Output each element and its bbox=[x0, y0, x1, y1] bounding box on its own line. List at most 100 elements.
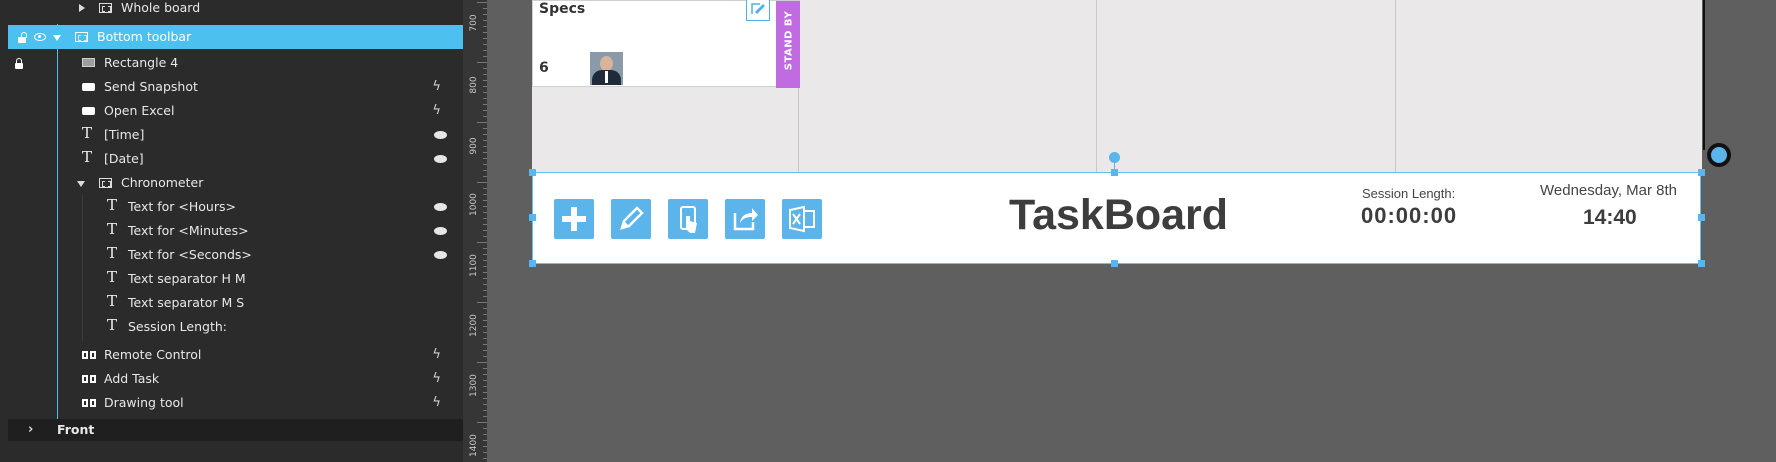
board-edge bbox=[1703, 0, 1705, 150]
layer-row-open-excel[interactable]: Open Excel ϟ bbox=[8, 99, 463, 123]
time-display: 14:40 bbox=[1583, 206, 1637, 229]
resize-handle-right[interactable] bbox=[1698, 214, 1705, 221]
send-snapshot-button[interactable] bbox=[725, 199, 765, 239]
resize-handle-bottom-left[interactable] bbox=[529, 260, 536, 267]
session-length-label: Session Length: bbox=[1362, 186, 1456, 201]
layer-label: [Date] bbox=[104, 151, 144, 166]
resize-handle-bottom-right[interactable] bbox=[1698, 260, 1705, 267]
layer-row-text-minutes[interactable]: T Text for <Minutes> bbox=[8, 219, 463, 243]
rotation-handle[interactable] bbox=[1109, 152, 1120, 163]
visibility-icon[interactable] bbox=[434, 155, 447, 163]
chevron-right-icon[interactable]: › bbox=[28, 422, 33, 437]
ruler-tick bbox=[477, 422, 487, 423]
vertical-ruler[interactable]: 700 800 900 1000 1100 1200 1300 1400 bbox=[463, 0, 487, 462]
layer-row-drawing-tool[interactable]: Drawing tool ϟ bbox=[8, 391, 463, 415]
edit-note-icon[interactable] bbox=[746, 0, 770, 21]
text-icon: T bbox=[107, 196, 118, 214]
lock-icon[interactable] bbox=[15, 58, 23, 69]
text-icon: T bbox=[107, 316, 118, 334]
avatar bbox=[590, 52, 623, 85]
button-icon bbox=[82, 107, 95, 115]
layer-row-text-seconds[interactable]: T Text for <Seconds> bbox=[8, 243, 463, 267]
layer-label: Drawing tool bbox=[104, 395, 184, 410]
anchor-badge-icon[interactable] bbox=[1707, 143, 1731, 167]
layer-label: Bottom toolbar bbox=[97, 29, 192, 44]
task-card[interactable]: Specs 6 STAND BY bbox=[532, 0, 800, 88]
layer-row-send-snapshot[interactable]: Send Snapshot ϟ bbox=[8, 75, 463, 99]
ruler-tick bbox=[477, 2, 487, 3]
visibility-icon[interactable] bbox=[434, 251, 447, 259]
resize-handle-top[interactable] bbox=[1111, 169, 1118, 176]
visibility-icon[interactable] bbox=[434, 131, 447, 139]
lightning-icon: ϟ bbox=[432, 395, 441, 410]
open-excel-button[interactable] bbox=[782, 199, 822, 239]
app-title: TaskBoard bbox=[1009, 191, 1229, 239]
ruler-label: 900 bbox=[469, 137, 479, 155]
resize-handle-bottom[interactable] bbox=[1111, 260, 1118, 267]
remote-control-button[interactable] bbox=[668, 199, 708, 239]
text-icon: T bbox=[107, 220, 118, 238]
lightning-icon: ϟ bbox=[432, 103, 441, 118]
column-divider bbox=[1096, 0, 1097, 172]
layer-label: [Time] bbox=[104, 127, 145, 142]
layer-label: Add Task bbox=[104, 371, 160, 386]
layer-label: Front bbox=[57, 422, 95, 437]
column-divider bbox=[1395, 0, 1396, 172]
date-display: Wednesday, Mar 8th bbox=[1540, 182, 1678, 199]
resize-handle-left[interactable] bbox=[529, 214, 536, 221]
layer-row-front[interactable]: › Front bbox=[8, 419, 463, 441]
layer-row-chronometer[interactable]: Chronometer bbox=[8, 171, 463, 195]
ruler-label: 800 bbox=[469, 76, 479, 94]
text-icon: T bbox=[107, 292, 118, 310]
plus-icon bbox=[562, 207, 586, 231]
ruler-tick bbox=[477, 182, 487, 183]
group-icon bbox=[99, 3, 112, 13]
design-canvas[interactable]: Specs 6 STAND BY TaskBoard Session Lengt… bbox=[487, 0, 1776, 462]
drawing-tool-button[interactable] bbox=[611, 199, 651, 239]
session-timer: 00:00:00 bbox=[1361, 203, 1458, 228]
expand-arrow-icon[interactable] bbox=[79, 4, 85, 12]
unlock-icon[interactable] bbox=[18, 32, 27, 43]
text-icon: T bbox=[107, 244, 118, 262]
button-icon bbox=[82, 83, 95, 91]
visibility-icon[interactable] bbox=[434, 227, 447, 235]
group-icon bbox=[99, 178, 112, 188]
layer-label: Text separator M S bbox=[128, 295, 245, 310]
layer-row-separator-ms[interactable]: T Text separator M S bbox=[8, 291, 463, 315]
resize-handle-top-left[interactable] bbox=[529, 169, 536, 176]
layer-label: Whole board bbox=[121, 0, 201, 15]
resize-handle-top-right[interactable] bbox=[1698, 169, 1705, 176]
ruler-label: 1200 bbox=[469, 314, 479, 337]
layer-row-rectangle-4[interactable]: Rectangle 4 bbox=[8, 51, 463, 75]
layer-label: Text for <Minutes> bbox=[128, 223, 249, 238]
add-task-button[interactable] bbox=[554, 199, 594, 239]
lightning-icon: ϟ bbox=[432, 347, 441, 362]
layer-row-separator-hm[interactable]: T Text separator H M bbox=[8, 267, 463, 291]
layer-row-session-length[interactable]: T Session Length: bbox=[8, 315, 463, 339]
text-icon: T bbox=[82, 148, 93, 166]
collapse-arrow-icon[interactable] bbox=[77, 181, 85, 187]
pencil-icon bbox=[620, 206, 644, 230]
bottom-toolbar[interactable]: TaskBoard Session Length: 00:00:00 Wedne… bbox=[532, 172, 1701, 264]
layer-row-time[interactable]: T [Time] bbox=[8, 123, 463, 147]
layer-row-text-hours[interactable]: T Text for <Hours> bbox=[8, 195, 463, 219]
ruler-tick bbox=[477, 302, 487, 303]
status-tag-label: STAND BY bbox=[783, 10, 795, 71]
rectangle-icon bbox=[82, 58, 95, 67]
layer-row-add-task[interactable]: Add Task ϟ bbox=[8, 367, 463, 391]
layer-label: Text separator H M bbox=[128, 271, 246, 286]
layer-row-remote-control[interactable]: Remote Control ϟ bbox=[8, 343, 463, 367]
visibility-icon[interactable] bbox=[434, 203, 447, 211]
ruler-label: 700 bbox=[469, 14, 479, 32]
layer-row-bottom-toolbar[interactable]: Bottom toolbar bbox=[8, 25, 463, 49]
card-title: Specs bbox=[539, 1, 586, 17]
share-icon bbox=[733, 208, 758, 231]
layer-row-whole-board[interactable]: Whole board bbox=[8, 0, 463, 20]
ruler-tick bbox=[477, 362, 487, 363]
layer-row-date[interactable]: T [Date] bbox=[8, 147, 463, 171]
layer-label: Rectangle 4 bbox=[104, 55, 179, 70]
excel-icon bbox=[789, 205, 815, 233]
collapse-arrow-icon[interactable] bbox=[53, 35, 61, 41]
ruler-label: 1300 bbox=[469, 374, 479, 397]
eye-icon[interactable] bbox=[34, 33, 46, 41]
